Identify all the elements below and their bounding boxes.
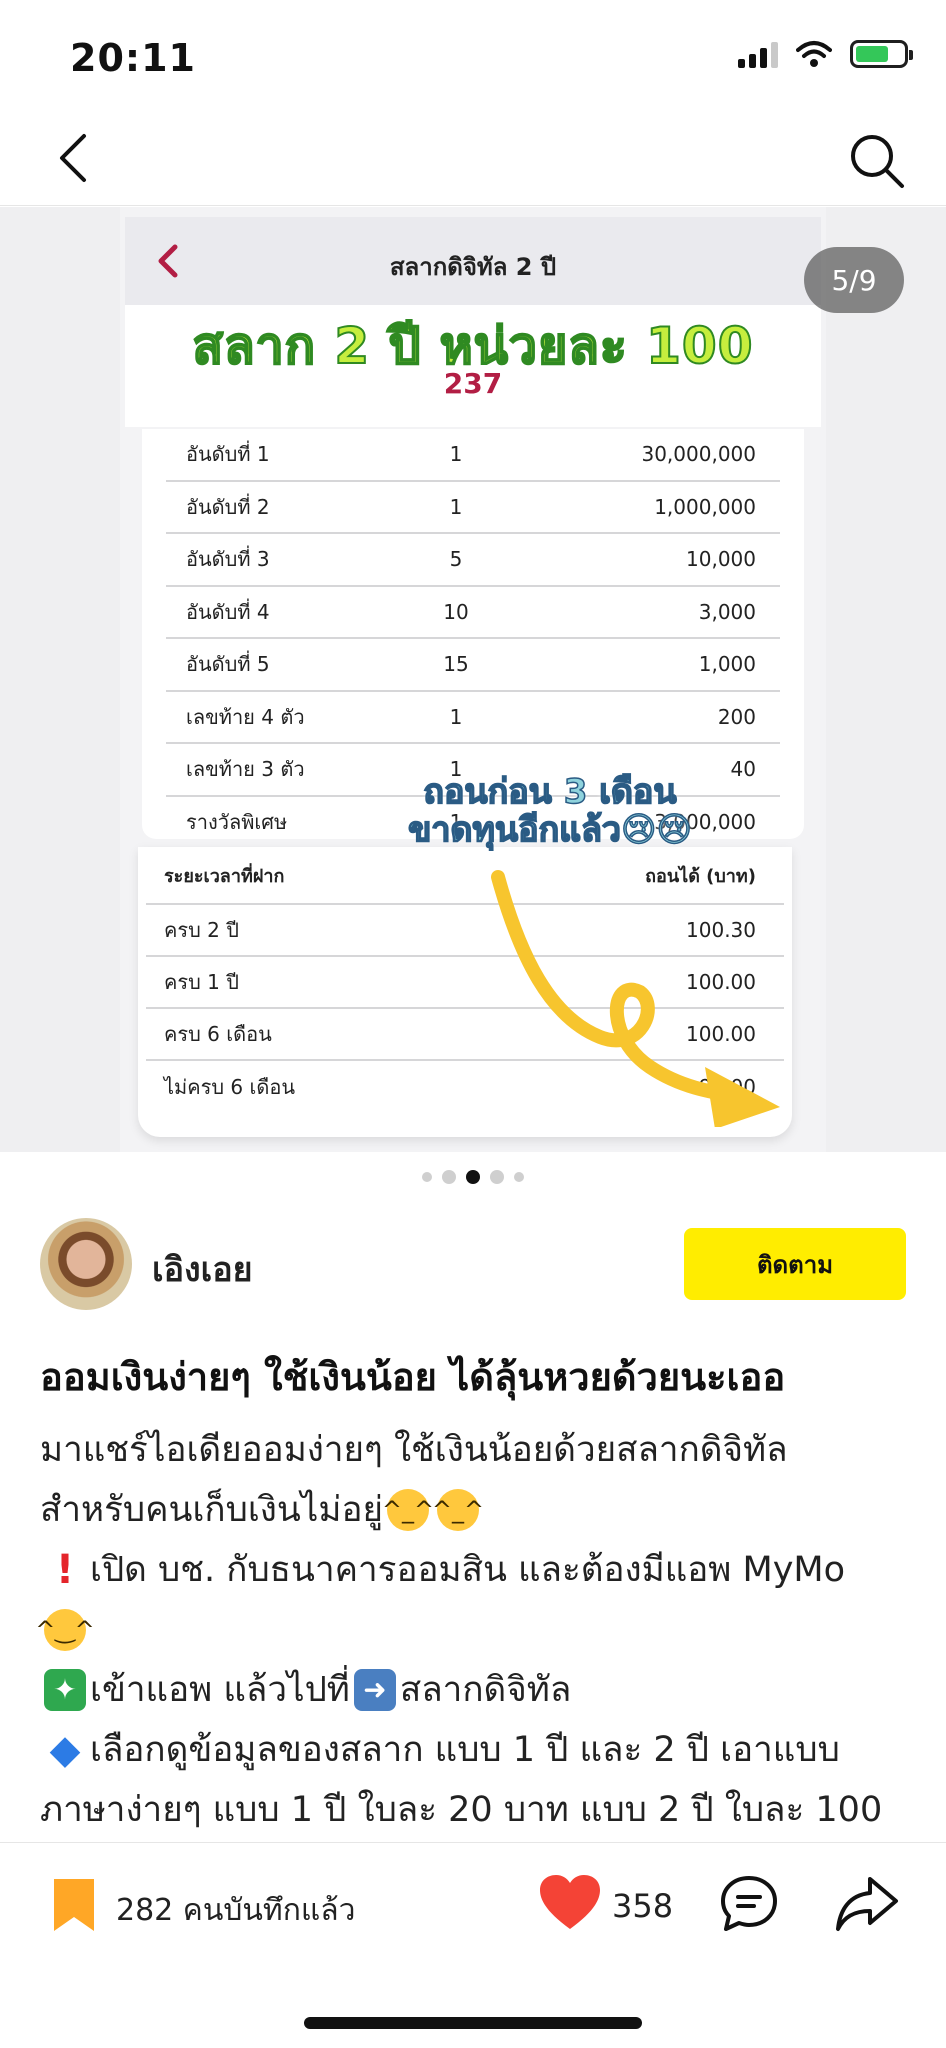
carousel-dot-active[interactable]: [466, 1170, 480, 1184]
overlay-note-text: ถอนก่อน 3 เดือน ขาดทุนอีกแล้ว😢😢: [370, 772, 730, 850]
follow-button[interactable]: ติดตาม: [684, 1228, 906, 1300]
home-indicator[interactable]: [304, 2017, 642, 2029]
save-count: 282 คนบันทึกแล้ว: [116, 1893, 356, 1928]
post-line-text: สำหรับคนเก็บเงินไม่อยู่: [40, 1490, 383, 1530]
sweat-smile-emoji-icon: ^_^: [432, 1489, 484, 1531]
image-carousel[interactable]: สลากดิจิทัล 2 ปี สลาก 2 ปี หน่วยละ 100 2…: [0, 207, 946, 1152]
prize-row: อันดับที่ 3 5 10,000: [166, 534, 780, 587]
status-time: 20:11: [70, 36, 196, 80]
prize-row: อันดับที่ 1 1 30,000,000: [166, 429, 780, 482]
avatar[interactable]: [40, 1218, 132, 1310]
right-arrow-icon: ➜: [353, 1669, 396, 1711]
post-line-text: เข้าแอพ แล้วไปที่: [90, 1670, 350, 1710]
bottom-action-bar: 282 คนบันทึกแล้ว 358: [0, 1842, 946, 2048]
slide-app-header: สลากดิจิทัล 2 ปี: [125, 217, 821, 305]
post-line: ^‿^: [35, 1600, 920, 1660]
carousel-dot[interactable]: [490, 1170, 504, 1184]
post-line-text: ภาษาง่ายๆ แบบ 1 ปี ใบละ 20 บาท แบบ 2 ปี …: [40, 1790, 883, 1830]
lottery-number: 237: [443, 367, 503, 400]
prize-row: อันดับที่ 2 1 1,000,000: [166, 482, 780, 534]
signal-icon: [738, 40, 778, 68]
post-line: ! เปิด บช. กับธนาคารออมสิน และต้องมีแอพ …: [40, 1540, 920, 1600]
slide-header-title: สลากดิจิทัล 2 ปี: [389, 253, 557, 281]
prize-name: อันดับที่ 2: [186, 494, 270, 519]
prize-name: เลขท้าย 4 ตัว: [186, 704, 305, 729]
post-line-text: สลากดิจิทัล: [399, 1670, 572, 1710]
post-line-text: เปิด บช. กับธนาคารออมสิน และต้องมีแอพ My…: [90, 1550, 846, 1590]
prize-amount: 10,000: [686, 547, 756, 572]
prize-name: อันดับที่ 4: [186, 599, 270, 624]
back-icon[interactable]: [48, 128, 108, 188]
prize-name: อันดับที่ 5: [186, 652, 270, 677]
heart-icon[interactable]: [538, 1873, 602, 1933]
battery-icon: [850, 40, 913, 68]
prize-amount: 30,000,000: [641, 442, 756, 467]
prize-name: อันดับที่ 3: [186, 547, 270, 572]
prize-row: เลขท้าย 4 ตัว 1 200: [166, 692, 780, 744]
carousel-dots: [0, 1170, 946, 1184]
nav-bar: [0, 110, 946, 206]
carousel-dot[interactable]: [442, 1170, 456, 1184]
overlay-note-line1: ถอนก่อน 3 เดือน: [423, 772, 678, 812]
post-line: ◆ เลือกดูข้อมูลของสลาก แบบ 1 ปี และ 2 ปี…: [40, 1720, 920, 1780]
post-line: สำหรับคนเก็บเงินไม่อยู่ ^_^ ^_^: [40, 1480, 920, 1540]
overlay-note-line2: ขาดทุนอีกแล้ว😢😢: [407, 810, 692, 850]
grin-emoji-icon: ^‿^: [35, 1609, 95, 1651]
prize-name: เลขท้าย 3 ตัว: [186, 757, 305, 782]
author-row: เอิงเอย ติดตาม: [40, 1218, 906, 1310]
prize-name: อันดับที่ 1: [186, 442, 270, 467]
share-icon[interactable]: [834, 1873, 900, 1935]
sweat-smile-emoji-icon: ^_^: [382, 1489, 434, 1531]
author-name[interactable]: เอิงเอย: [152, 1242, 253, 1296]
carousel-slide: สลากดิจิทัล 2 ปี สลาก 2 ปี หน่วยละ 100 2…: [120, 207, 826, 1152]
prize-count: 15: [443, 652, 469, 677]
exclamation-icon: !: [55, 1547, 75, 1593]
blue-diamond-icon: ◆: [49, 1727, 81, 1773]
search-icon[interactable]: [844, 128, 908, 192]
like-count: 358: [612, 1887, 674, 1925]
prize-amount: 1,000: [698, 652, 756, 677]
prize-count: 1: [449, 442, 463, 467]
sparkles-icon: ✦: [44, 1669, 86, 1711]
post-line-text: เลือกดูข้อมูลของสลาก แบบ 1 ปี และ 2 ปี เ…: [90, 1730, 840, 1770]
status-bar: 20:11: [0, 0, 946, 110]
post-line: มาแชร์ไอเดียออมง่ายๆ ใช้เงินน้อยด้วยสลาก…: [40, 1420, 920, 1480]
wifi-icon: [796, 41, 832, 67]
prize-count: 5: [449, 547, 463, 572]
post-body: มาแชร์ไอเดียออมง่ายๆ ใช้เงินน้อยด้วยสลาก…: [35, 1420, 920, 1840]
page-indicator-badge: 5/9: [804, 247, 904, 313]
post-title: ออมเงินง่ายๆ ใช้เงินน้อย ได้ลุ้นหวยด้วยน…: [40, 1355, 786, 1399]
carousel-dot[interactable]: [422, 1172, 432, 1182]
prize-amount: 1,000,000: [654, 494, 756, 519]
prize-row: อันดับที่ 4 10 3,000: [166, 587, 780, 639]
post-line: ภาษาง่ายๆ แบบ 1 ปี ใบละ 20 บาท แบบ 2 ปี …: [40, 1780, 920, 1840]
comment-icon[interactable]: [718, 1873, 780, 1935]
prize-amount: 200: [717, 704, 756, 729]
post-line: ✦ เข้าแอพ แล้วไปที่ ➜ สลากดิจิทัล: [40, 1660, 920, 1720]
prize-count: 10: [443, 599, 469, 624]
prize-count: 1: [449, 704, 463, 729]
prize-amount: 3,000: [698, 599, 756, 624]
carousel-dot[interactable]: [514, 1172, 524, 1182]
prize-row: อันดับที่ 5 15 1,000: [166, 639, 780, 692]
post-line-text: มาแชร์ไอเดียออมง่ายๆ ใช้เงินน้อยด้วยสลาก…: [40, 1430, 788, 1470]
prize-name: รางวัลพิเศษ: [186, 809, 288, 834]
curved-arrow-icon: [491, 870, 780, 1127]
prize-count: 1: [449, 494, 463, 519]
bookmark-icon[interactable]: [50, 1875, 98, 1935]
status-icons: [738, 40, 913, 68]
